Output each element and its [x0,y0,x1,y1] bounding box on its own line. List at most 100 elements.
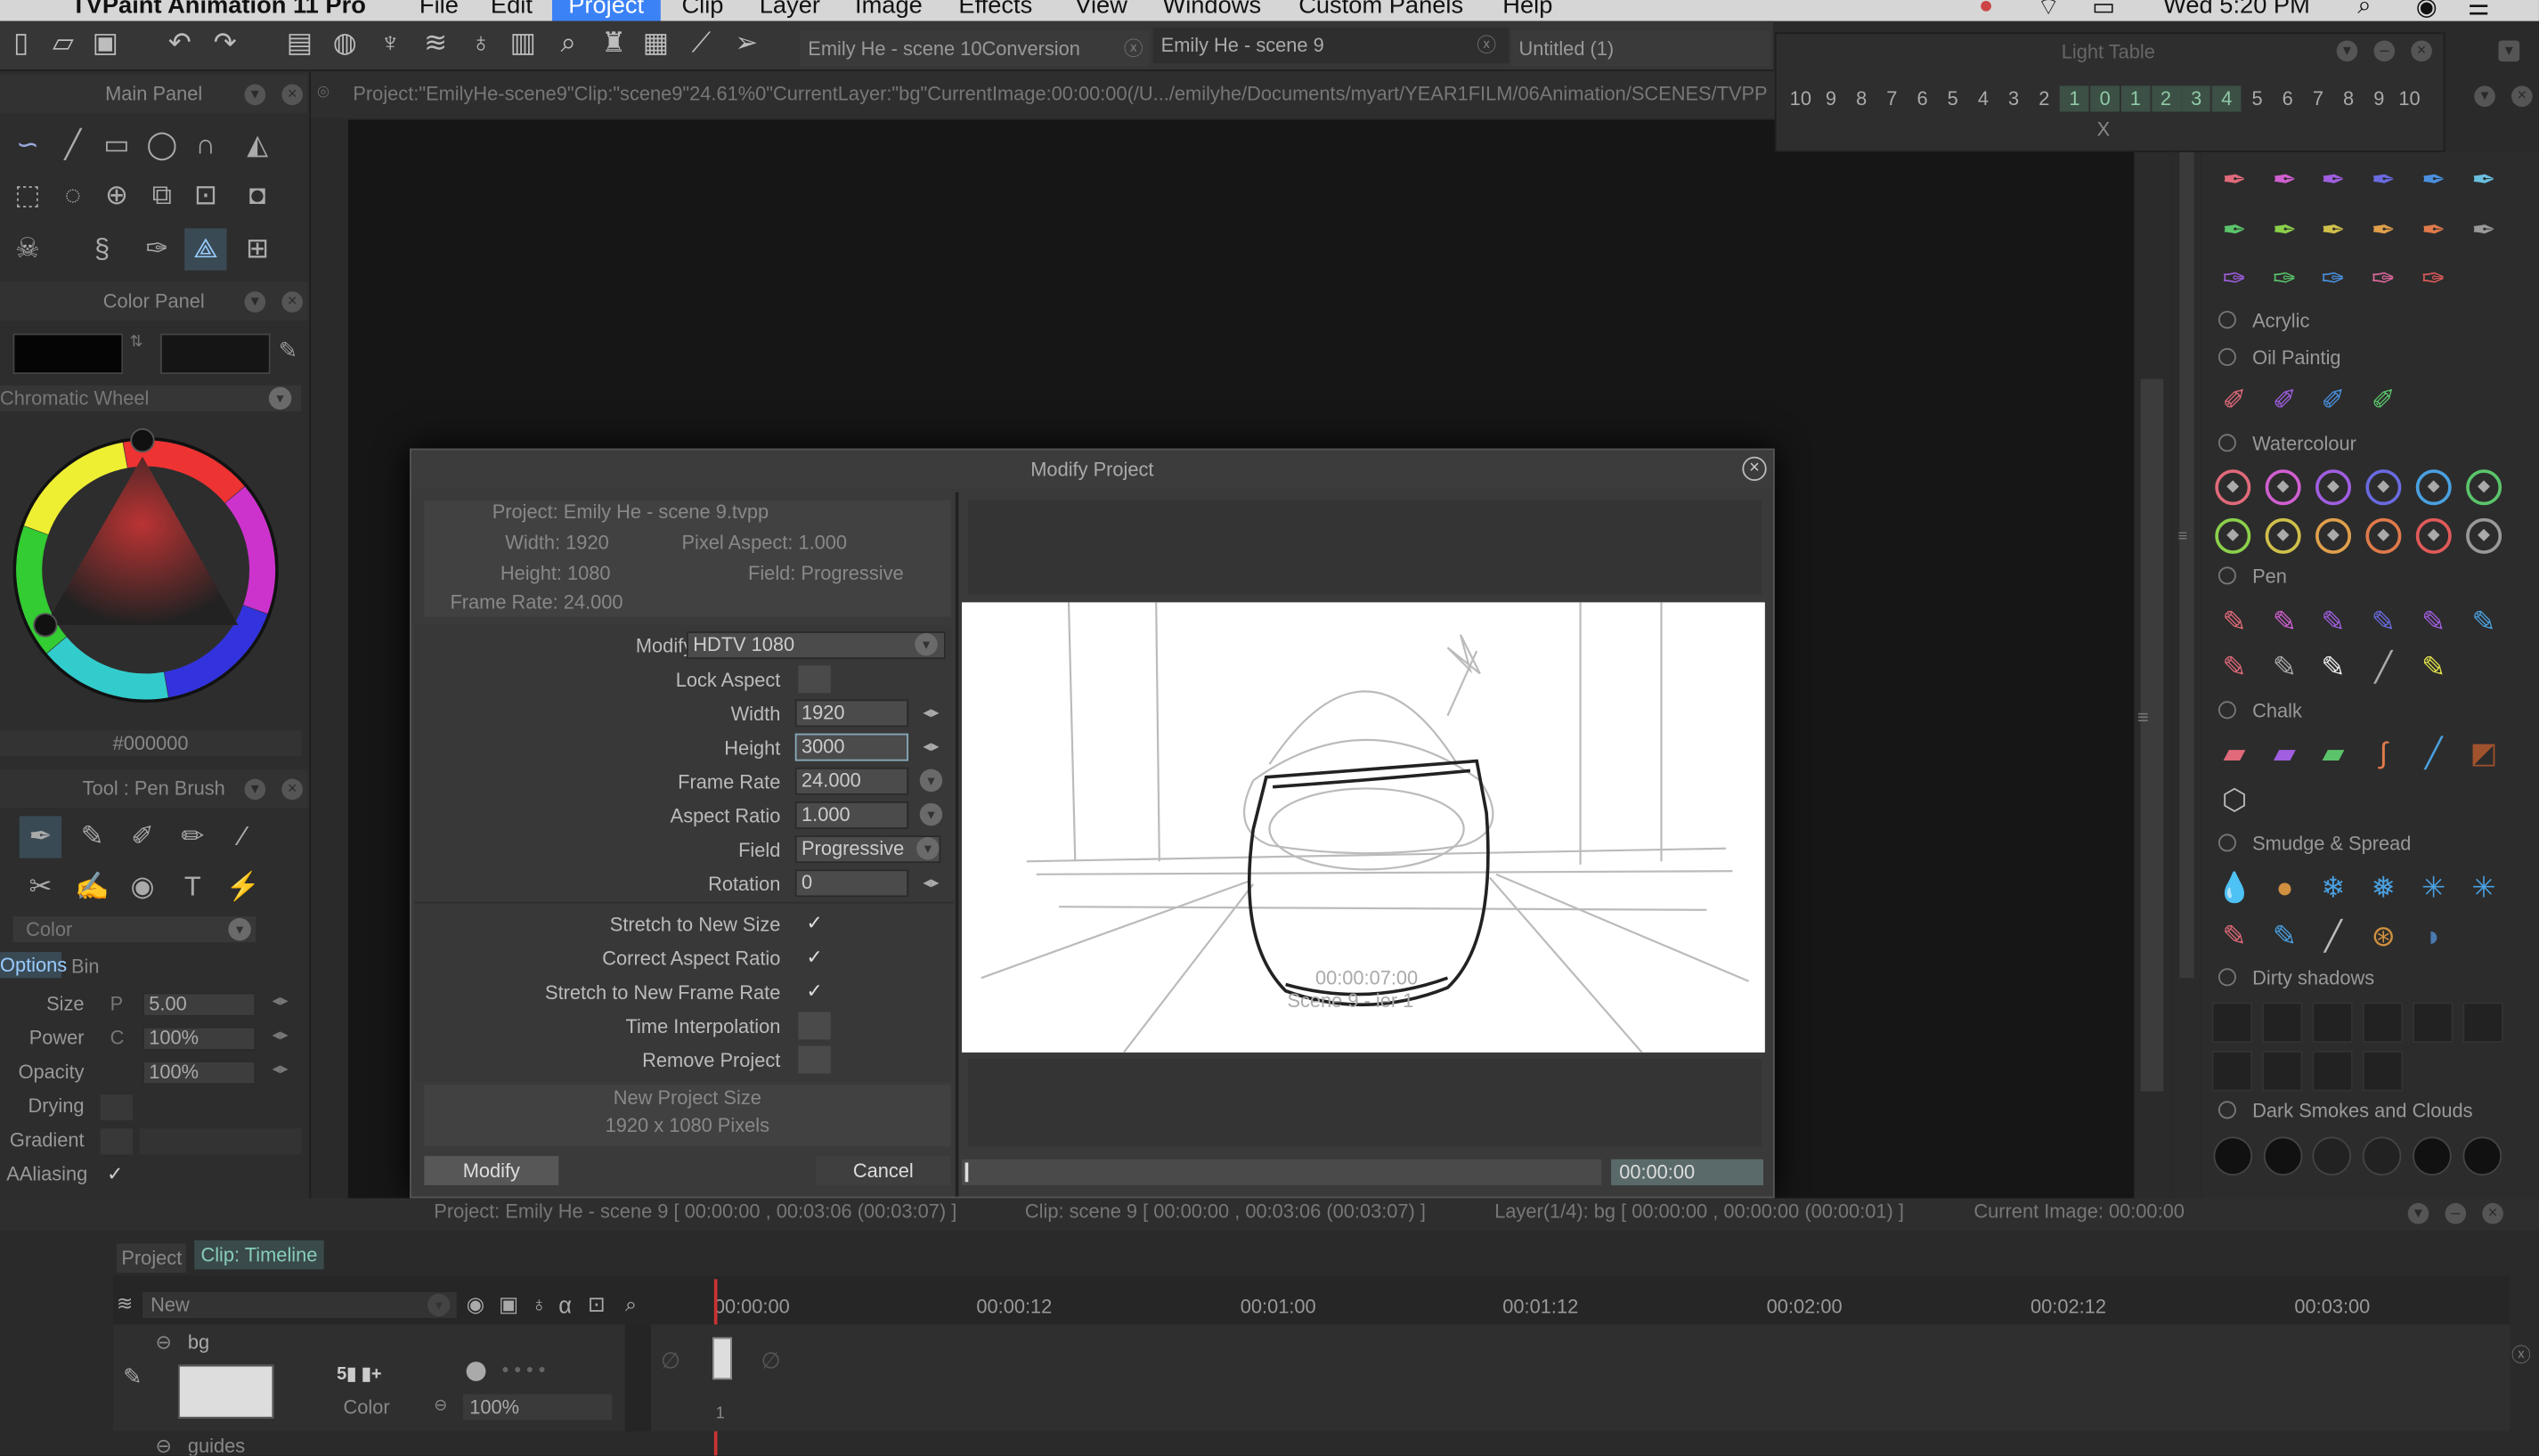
chalk-icon[interactable]: ◩ [2462,732,2504,774]
lock-aspect-checkbox[interactable] [798,665,831,694]
pen-icon[interactable]: ✎ [2462,601,2504,643]
brush-icon[interactable]: ✐ [2213,378,2255,420]
snowflake-icon[interactable]: ✳ [2413,866,2454,908]
pen-icon[interactable]: ✑ [136,228,178,270]
layer-name[interactable]: bg [188,1331,209,1354]
freehand-tool-icon[interactable]: ∽ [6,125,48,167]
stamp-icon[interactable]: ♜ [596,26,631,61]
tab-scene-10[interactable]: Emily He - scene 10Conversion ⓧ [800,30,1150,67]
watercolour-icon[interactable]: ◆ [2415,517,2452,554]
power-arrows-icon[interactable]: ◂▸ [272,1027,288,1045]
brush-icon[interactable]: ✑ [2413,257,2454,299]
app-name[interactable]: TVPaint Animation 11 Pro [71,0,366,20]
watercolour-icon[interactable]: ◆ [2466,517,2502,554]
notification-icon[interactable]: ● [1979,0,1993,20]
light-table-frame[interactable]: 9 [1817,85,1846,111]
close-icon[interactable]: × [1742,456,1767,482]
light-table-frame[interactable]: 3 [1999,85,2029,111]
close-icon[interactable]: ⓧ [2511,1340,2531,1368]
primary-color-swatch[interactable] [12,333,124,375]
light-table-frame[interactable]: 1 [2120,85,2151,112]
light-table-frame[interactable]: 9 [2364,85,2394,111]
curve-tool-icon[interactable]: ∩ [184,125,226,167]
brush-icon[interactable]: ✒ [2462,159,2504,200]
shadow-brush-icon[interactable] [2262,1051,2303,1092]
height-arrows-icon[interactable]: ◂▸ [923,738,939,756]
collapse-icon[interactable]: ▾ [244,84,266,106]
light-icon[interactable]: ♁ [531,1292,547,1316]
brush-icon[interactable]: ✒ [2264,159,2306,200]
pen-icon[interactable]: ╱ [2363,646,2405,687]
pen-icon[interactable]: ✎ [2213,646,2255,687]
camera-icon[interactable]: ◘ [236,175,278,216]
layer-stack-icon[interactable]: ≋ [117,1292,133,1314]
light-table-frame[interactable]: 5 [1938,85,1967,111]
snowflake-icon[interactable]: ✳ [2462,866,2504,908]
section-pen[interactable]: Pen [2218,565,2287,588]
light-table-frame[interactable]: 7 [1877,85,1907,111]
color-mode-dropdown[interactable]: Chromatic Wheel ▾ [0,385,302,411]
smudge-icon[interactable]: ╱ [2312,915,2354,956]
brush-icon[interactable]: ✐ [2363,378,2405,420]
snowflake-icon[interactable]: ❅ [2363,866,2405,908]
select-lasso-icon[interactable]: ◌ [52,175,94,216]
menu-edit[interactable]: Edit [491,0,533,20]
control-center-icon[interactable]: ☰ [2468,0,2489,21]
section-smudge[interactable]: Smudge & Spread [2218,833,2411,855]
crop-icon[interactable]: ⧉ [141,175,183,216]
aaliasing-checkbox[interactable]: ✓ [107,1162,123,1184]
light-table-frame[interactable]: 4 [2212,85,2242,112]
chalk-icon[interactable]: ⬡ [2213,779,2255,821]
snowflake-icon[interactable]: ❄ [2312,866,2354,908]
section-dark-smokes[interactable]: Dark Smokes and Clouds [2218,1100,2473,1122]
pen-icon[interactable]: ✎ [2363,601,2405,643]
chalk-icon[interactable]: ╱ [2413,732,2454,774]
toolbox-icon[interactable]: ▤ [281,26,317,61]
airbrush-icon[interactable]: ✎ [71,816,113,858]
brush-mode-dropdown[interactable]: Color ▾ [12,916,256,943]
smoke-brush-icon[interactable] [2263,1136,2303,1176]
pen-icon[interactable]: ✎ [2413,601,2454,643]
menu-image[interactable]: Image [855,0,923,20]
tab-project[interactable]: Project [116,1243,187,1273]
aspect-ratio-input[interactable]: 1.000 [794,801,909,829]
shadow-brush-icon[interactable] [2312,1051,2353,1092]
lock-icon[interactable]: ▣ [499,1292,518,1318]
brush-bin-icon[interactable]: ♆ [372,26,408,61]
siri-icon[interactable]: ◉ [2416,0,2437,21]
spotlight-icon[interactable]: ⌕ [2357,0,2371,20]
minimize-icon[interactable]: – [2373,40,2396,62]
send-icon[interactable]: ➢ [728,26,764,61]
rotation-input[interactable]: 0 [794,869,909,898]
collapse-icon[interactable]: ▾ [2407,1202,2429,1224]
water-drop-icon[interactable]: ◉ [121,866,163,908]
frame-cell[interactable] [712,1337,732,1380]
brush-icon[interactable]: ✑ [2264,257,2306,299]
time-interp-checkbox[interactable] [798,1012,831,1040]
watercolour-icon[interactable]: ◆ [2265,469,2301,506]
collapse-icon[interactable]: ▾ [244,291,266,313]
brush-icon[interactable]: ✒ [2264,209,2306,251]
close-icon[interactable]: × [2482,1202,2503,1224]
smoke-brush-icon[interactable] [2413,1136,2452,1176]
open-file-icon[interactable]: ▱ [45,26,81,61]
close-icon[interactable]: × [281,84,304,106]
smudge-icon[interactable]: ⊛ [2363,915,2405,956]
watercolour-icon[interactable]: ◆ [2365,517,2402,554]
smudge-icon[interactable]: ✎ [2213,915,2255,956]
pressure-toggle[interactable]: P [110,993,124,1015]
preview-scrubber[interactable] [962,1159,1602,1185]
shadow-brush-icon[interactable] [2462,1002,2503,1043]
section-dirty-shadows[interactable]: Dirty shadows [2218,966,2374,989]
menu-windows[interactable]: Windows [1162,0,1261,20]
location-pin-icon[interactable]: ⌾ [317,81,329,105]
smudge-icon[interactable]: ✎ [2264,915,2306,956]
chevron-down-icon[interactable]: ▾ [2498,40,2520,62]
chevron-down-icon[interactable]: ▾ [919,802,943,826]
splitter-handle[interactable]: ≡ [2137,706,2160,738]
light-table-frame[interactable]: 4 [1969,85,1998,111]
pen-brush-icon[interactable]: ✒ [19,816,62,858]
tab-options[interactable]: Options [0,952,67,979]
light-table-frame[interactable]: 3 [2181,85,2211,112]
chevron-down-icon[interactable]: ▾ [919,769,943,793]
